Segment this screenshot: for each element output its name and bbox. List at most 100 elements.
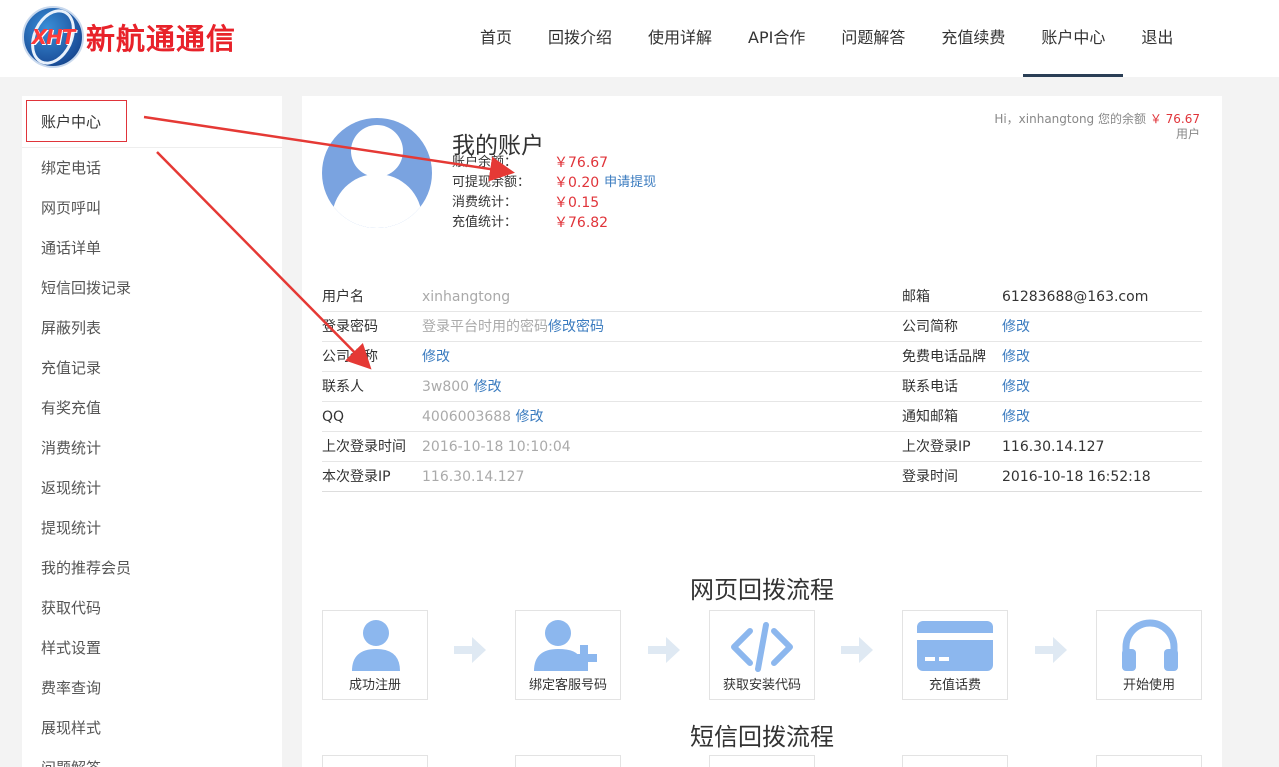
apply-withdraw-link[interactable]: 申请提现 bbox=[604, 173, 656, 193]
table-row: 本次登录IP 116.30.14.127 登录时间 2016-10-18 16:… bbox=[322, 462, 1202, 492]
logo-text-cn: 新航通通信 bbox=[86, 22, 237, 56]
info-value: 61283688@163.com bbox=[1002, 289, 1149, 305]
edit-company-short-link[interactable]: 修改 bbox=[1002, 319, 1030, 335]
edit-phone-link[interactable]: 修改 bbox=[1002, 379, 1030, 395]
arrow-right-icon bbox=[1035, 637, 1067, 663]
flow-step-register[interactable]: 成功注册 bbox=[322, 610, 428, 700]
nav-account-center[interactable]: 账户中心 bbox=[1023, 0, 1124, 77]
info-value: 修改 bbox=[1002, 402, 1202, 431]
credit-card-icon bbox=[917, 621, 993, 671]
sms-flow-step[interactable] bbox=[1096, 755, 1202, 767]
info-value: xinhangtong bbox=[422, 289, 511, 305]
edit-notify-email-link[interactable]: 修改 bbox=[1002, 409, 1030, 425]
code-icon bbox=[731, 622, 793, 672]
user-icon bbox=[352, 620, 400, 671]
nav-faq[interactable]: 问题解答 bbox=[823, 0, 923, 77]
info-label: 上次登录时间 bbox=[322, 439, 406, 455]
info-value: 116.30.14.127 bbox=[422, 469, 525, 485]
edit-contact-link[interactable]: 修改 bbox=[474, 379, 502, 395]
info-label: 通知邮箱 bbox=[902, 409, 958, 425]
info-value: 修改 bbox=[1002, 342, 1202, 371]
sidebar-item-get-code[interactable]: 获取代码 bbox=[22, 588, 282, 628]
flow-step-start[interactable]: 开始使用 bbox=[1096, 610, 1202, 700]
sidebar-item-web-call[interactable]: 网页呼叫 bbox=[22, 188, 282, 228]
sidebar-item-bind-phone[interactable]: 绑定电话 bbox=[22, 148, 282, 188]
stat-row-consumption: 消费统计： ￥0.15 bbox=[452, 193, 656, 213]
nav-usage-details[interactable]: 使用详解 bbox=[630, 0, 730, 77]
flow-step-label: 充值话费 bbox=[928, 678, 981, 693]
sidebar-item-block-list[interactable]: 屏蔽列表 bbox=[22, 308, 282, 348]
sidebar-item-reward-recharge[interactable]: 有奖充值 bbox=[22, 388, 282, 428]
logo-badge-icon: XHT bbox=[22, 2, 84, 72]
sms-flow-step[interactable] bbox=[322, 755, 428, 767]
edit-company-full-link[interactable]: 修改 bbox=[422, 349, 450, 365]
user-add-icon bbox=[534, 620, 597, 671]
table-row: 公司全称 修改 免费电话品牌 修改 bbox=[322, 342, 1202, 372]
sidebar-item-faq[interactable]: 问题解答 bbox=[22, 748, 282, 767]
sms-callback-flow bbox=[322, 755, 1202, 767]
stat-value: ￥0.20 bbox=[554, 175, 600, 191]
sidebar: 账户中心 绑定电话 网页呼叫 通话详单 短信回拨记录 屏蔽列表 充值记录 有奖充… bbox=[22, 96, 282, 767]
info-label: 联系电话 bbox=[902, 379, 958, 395]
table-row: 登录密码 登录平台时用的密码修改密码 公司简称 修改 bbox=[322, 312, 1202, 342]
account-stats: 账户余额： ￥76.67 可提现余额： ￥0.20 申请提现 消费统计： ￥0.… bbox=[452, 153, 656, 233]
sidebar-item-cashback-stats[interactable]: 返现统计 bbox=[22, 468, 282, 508]
flow-step-recharge[interactable]: 充值话费 bbox=[902, 610, 1008, 700]
sidebar-item-rate-lookup[interactable]: 费率查询 bbox=[22, 668, 282, 708]
stat-row-balance: 账户余额： ￥76.67 bbox=[452, 153, 656, 173]
nav-recharge[interactable]: 充值续费 bbox=[923, 0, 1023, 77]
nav-api-cooperation[interactable]: API合作 bbox=[730, 0, 823, 77]
flow-step-label: 成功注册 bbox=[348, 678, 401, 693]
info-label: 公司简称 bbox=[902, 319, 958, 335]
stat-row-withdrawable: 可提现余额： ￥0.20 申请提现 bbox=[452, 173, 656, 193]
greeting-role: 用户 bbox=[1175, 127, 1200, 141]
info-label: 邮箱 bbox=[902, 289, 930, 305]
edit-brand-link[interactable]: 修改 bbox=[1002, 349, 1030, 365]
sidebar-item-my-referrals[interactable]: 我的推荐会员 bbox=[22, 548, 282, 588]
flow-step-label: 获取安装代码 bbox=[722, 678, 801, 693]
sidebar-item-display-style[interactable]: 展现样式 bbox=[22, 708, 282, 748]
sidebar-item-style-settings[interactable]: 样式设置 bbox=[22, 628, 282, 668]
sidebar-item-withdraw-stats[interactable]: 提现统计 bbox=[22, 508, 282, 548]
edit-password-link[interactable]: 修改密码 bbox=[548, 319, 604, 335]
info-value: 修改 bbox=[422, 342, 902, 371]
sidebar-item-call-details[interactable]: 通话详单 bbox=[22, 228, 282, 268]
stat-label: 账户余额： bbox=[452, 155, 518, 170]
nav-home[interactable]: 首页 bbox=[462, 0, 530, 77]
info-value: 116.30.14.127 bbox=[1002, 439, 1105, 455]
arrow-right-icon bbox=[841, 637, 873, 663]
stat-label: 消费统计： bbox=[452, 195, 518, 210]
info-value: 登录平台时用的密码修改密码 bbox=[422, 319, 604, 335]
sms-flow-step[interactable] bbox=[515, 755, 621, 767]
sms-flow-step[interactable] bbox=[709, 755, 815, 767]
nav-callback-intro[interactable]: 回拨介绍 bbox=[530, 0, 630, 77]
info-label: QQ bbox=[322, 409, 345, 425]
arrow-right-icon bbox=[648, 637, 680, 663]
sidebar-item-consumption-stats[interactable]: 消费统计 bbox=[22, 428, 282, 468]
account-info-table: 用户名 xinhangtong 邮箱 61283688@163.com 登录密码… bbox=[322, 282, 1202, 492]
table-row: 联系人 3w800 修改 联系电话 修改 bbox=[322, 372, 1202, 402]
stat-label: 充值统计： bbox=[452, 215, 518, 230]
flow-step-bind-number[interactable]: 绑定客服号码 bbox=[515, 610, 621, 700]
greeting-balance: ￥ 76.67 bbox=[1149, 112, 1200, 126]
edit-qq-link[interactable]: 修改 bbox=[516, 409, 544, 425]
sidebar-item-recharge-records[interactable]: 充值记录 bbox=[22, 348, 282, 388]
arrow-right-icon bbox=[454, 637, 486, 663]
greeting: Hi，xinhangtong 您的余额 ￥ 76.67 用户 bbox=[994, 112, 1200, 142]
stat-value: ￥76.67 bbox=[554, 155, 609, 171]
flow-step-get-code[interactable]: 获取安装代码 bbox=[709, 610, 815, 700]
info-label: 免费电话品牌 bbox=[902, 349, 986, 365]
flow-step-label: 开始使用 bbox=[1122, 678, 1175, 693]
avatar bbox=[322, 118, 432, 228]
web-callback-flow-title: 网页回拨流程 bbox=[690, 576, 834, 604]
info-value: 3w800 修改 bbox=[422, 379, 502, 395]
info-label: 本次登录IP bbox=[322, 469, 391, 485]
info-label: 联系人 bbox=[322, 379, 364, 395]
sidebar-item-sms-callback-records[interactable]: 短信回拨记录 bbox=[22, 268, 282, 308]
sms-flow-step[interactable] bbox=[902, 755, 1008, 767]
info-label: 公司全称 bbox=[322, 349, 378, 365]
logo[interactable]: XHT 新航通通信 bbox=[22, 2, 237, 72]
nav-logout[interactable]: 退出 bbox=[1123, 0, 1191, 77]
info-label: 用户名 bbox=[322, 289, 364, 305]
info-value: 修改 bbox=[1002, 312, 1202, 341]
